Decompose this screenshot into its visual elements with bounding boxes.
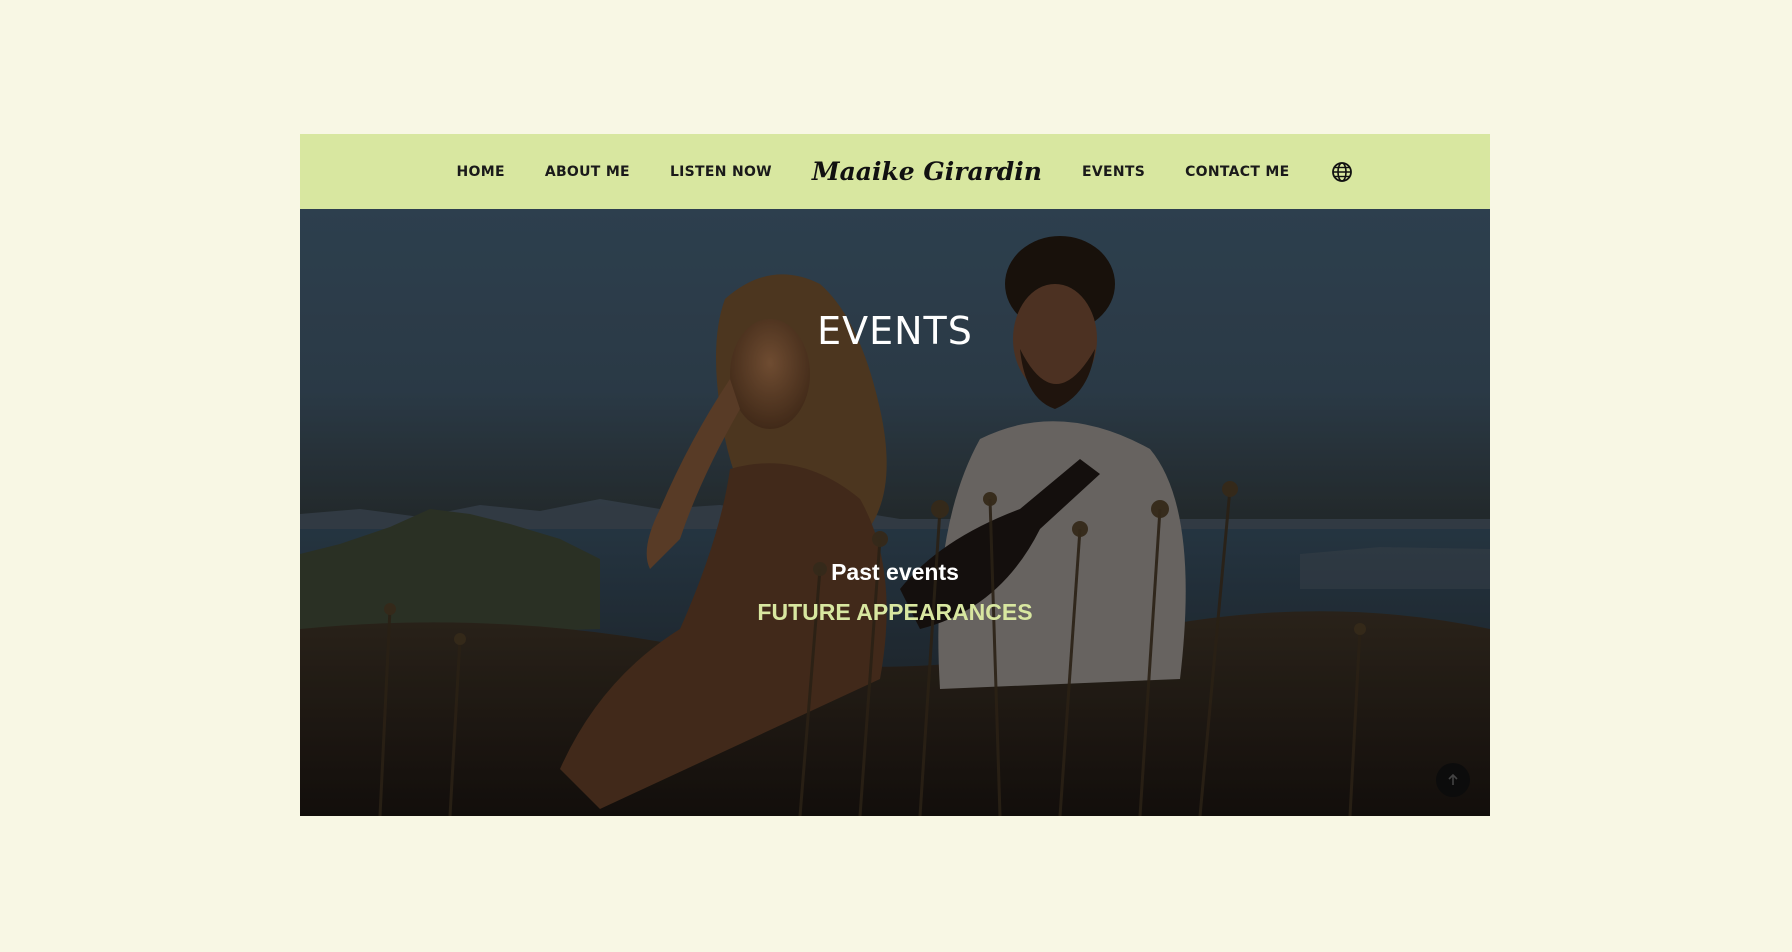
arrow-up-icon xyxy=(1448,773,1458,785)
hero-photo xyxy=(300,209,1490,816)
page-title: EVENTS xyxy=(817,309,973,353)
tab-future-appearances[interactable]: FUTURE APPEARANCES xyxy=(300,599,1490,626)
nav-contact-me[interactable]: CONTACT ME xyxy=(1185,164,1289,180)
nav-about-me[interactable]: ABOUT ME xyxy=(545,164,630,180)
top-navbar: HOME ABOUT ME LISTEN NOW Maaike Girardin… xyxy=(300,134,1490,209)
tab-past-events[interactable]: Past events xyxy=(300,559,1490,586)
nav-listen-now[interactable]: LISTEN NOW xyxy=(670,164,772,180)
scroll-to-top-button[interactable] xyxy=(1436,763,1470,797)
globe-icon[interactable] xyxy=(1331,161,1353,183)
nav-events[interactable]: EVENTS xyxy=(1082,164,1145,180)
nav-home[interactable]: HOME xyxy=(457,164,505,180)
site-logo[interactable]: Maaike Girardin xyxy=(812,157,1042,186)
page-frame: HOME ABOUT ME LISTEN NOW Maaike Girardin… xyxy=(300,134,1490,816)
hero-banner: EVENTS Past events FUTURE APPEARANCES xyxy=(300,209,1490,816)
